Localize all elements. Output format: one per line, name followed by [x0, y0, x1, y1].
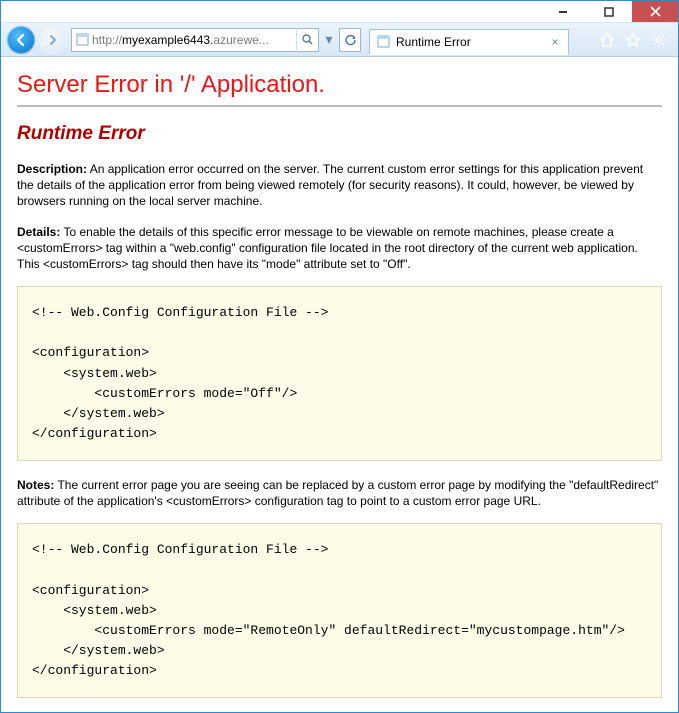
address-rest: azurewe... — [213, 33, 268, 47]
browser-toolbar: http://myexample6443.azurewe... ▾ Runtim… — [1, 23, 678, 57]
home-icon — [599, 32, 615, 48]
maximize-icon — [604, 7, 614, 17]
refresh-button[interactable] — [339, 28, 361, 52]
refresh-icon — [344, 33, 357, 46]
tab-strip: Runtime Error × — [369, 26, 594, 54]
details-paragraph: Details: To enable the details of this s… — [17, 224, 662, 273]
code-block-2: <!-- Web.Config Configuration File --> <… — [17, 523, 662, 698]
star-icon — [625, 32, 641, 48]
browser-tab[interactable]: Runtime Error × — [369, 29, 569, 55]
gear-icon — [651, 32, 667, 48]
page-viewport[interactable]: Server Error in '/' Application. Runtime… — [1, 57, 678, 712]
favorites-button[interactable] — [624, 31, 642, 49]
window-maximize-button[interactable] — [586, 1, 632, 22]
titlebar-spacer — [1, 1, 540, 22]
description-paragraph: Description: An application error occurr… — [17, 161, 662, 210]
tools-button[interactable] — [650, 31, 668, 49]
title-divider — [17, 105, 662, 107]
address-host: myexample6443. — [122, 33, 213, 47]
details-text: To enable the details of this specific e… — [17, 225, 638, 271]
details-label: Details: — [17, 225, 60, 239]
notes-paragraph: Notes: The current error page you are se… — [17, 477, 662, 509]
address-text: http://myexample6443.azurewe... — [92, 33, 296, 47]
notes-label: Notes: — [17, 478, 54, 492]
home-button[interactable] — [598, 31, 616, 49]
toolbar-right-icons — [598, 31, 672, 49]
page-favicon-icon — [72, 33, 92, 46]
tab-title: Runtime Error — [396, 35, 542, 49]
window-titlebar — [1, 1, 678, 23]
toolbar-separator: ▾ — [323, 31, 335, 48]
error-heading: Runtime Error — [17, 123, 662, 145]
page-title: Server Error in '/' Application. — [17, 71, 662, 99]
tab-close-button[interactable]: × — [548, 35, 562, 49]
window-close-button[interactable] — [632, 1, 678, 22]
address-bar[interactable]: http://myexample6443.azurewe... — [71, 28, 319, 52]
back-button[interactable] — [7, 26, 35, 54]
address-scheme: http:// — [92, 33, 122, 47]
browser-window: http://myexample6443.azurewe... ▾ Runtim… — [0, 0, 679, 713]
arrow-right-icon — [47, 34, 59, 46]
tab-favicon-icon — [376, 35, 390, 49]
code-block-1: <!-- Web.Config Configuration File --> <… — [17, 286, 662, 461]
minimize-icon — [558, 7, 568, 17]
search-icon — [301, 33, 314, 46]
close-icon — [650, 6, 661, 17]
forward-button[interactable] — [39, 26, 67, 54]
description-label: Description: — [17, 162, 87, 176]
search-button[interactable] — [296, 28, 318, 52]
arrow-left-icon — [14, 33, 28, 47]
notes-text: The current error page you are seeing ca… — [17, 478, 658, 508]
description-text: An application error occurred on the ser… — [17, 162, 643, 208]
window-minimize-button[interactable] — [540, 1, 586, 22]
